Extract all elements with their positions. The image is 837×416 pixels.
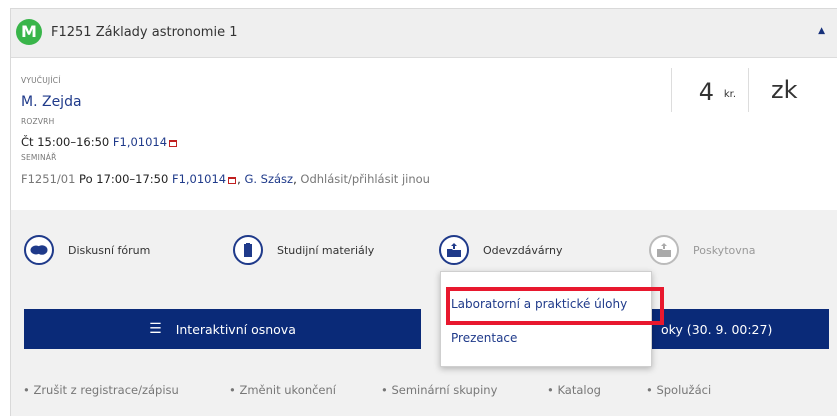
catalog-link[interactable]: • Katalog [547,383,601,397]
chat-bubbles-icon [24,235,54,265]
room-map-icon[interactable] [169,140,178,147]
seminar-group: F1251/01 [21,172,76,186]
course-info: VYUČUJÍCÍ M. Zejda ROZVRH Čt 15:00–16:50… [11,58,837,210]
teacher-link[interactable]: M. Zejda [21,94,82,110]
seminar-time: Po 17:00–17:50 [79,172,169,186]
tool-materials-label: Studijní materiály [277,243,375,257]
list-icon: ☰ [149,321,162,337]
seminar-teacher-link[interactable]: G. Szász [244,172,293,186]
course-logo: M [16,19,42,45]
unregister-link[interactable]: • Zrušit z registrace/zápisu [23,383,179,397]
seminar-line: F1251/01 Po 17:00–17:50 F1,01014, G. Szá… [21,172,430,186]
seminar-groups-link[interactable]: • Seminární skupiny [381,383,497,397]
course-name: Základy astronomie 1 [95,25,238,40]
tool-provided-label: Poskytovna [693,243,756,257]
tool-submissions[interactable]: Odevzdávárny [439,233,562,267]
schedule-time: Čt 15:00–16:50 [21,135,110,149]
seminar-change-link[interactable]: Odhlásit/přihlásit jinou [300,172,430,186]
room-map-icon[interactable] [228,177,237,184]
interactive-syllabus-button[interactable]: ☰ Interaktivní osnova [24,309,421,349]
folder-icon [233,235,263,265]
course-tools: Diskusní fórum Studijní materiály Odevzd… [11,210,837,416]
credits-box: 4 kr. [671,68,749,112]
classmates-link[interactable]: • Spolužáci [646,383,711,397]
schedule-label: ROZVRH [21,117,55,126]
credits-unit: kr. [723,89,736,100]
tool-forum-label: Diskusní fórum [68,243,151,257]
schedule-line: Čt 15:00–16:50 F1,01014 [21,135,178,149]
seminar-room-link[interactable]: F1,01014 [172,172,226,186]
schedule-room-link[interactable]: F1,01014 [113,135,167,149]
submissions-button-label: oky (30. 9. 00:27) [661,321,773,337]
credits-value: 4 [698,78,714,106]
course-card: M F1251 Základy astronomie 1 ▲ VYUČUJÍCÍ… [10,8,837,416]
tool-forum[interactable]: Diskusní fórum [24,233,150,267]
interactive-syllabus-label: Interaktivní osnova [175,321,296,337]
highlight-box [446,287,664,325]
course-title[interactable]: F1251 Základy astronomie 1 [51,25,237,40]
folder-upload-icon [439,235,469,265]
tool-materials[interactable]: Studijní materiály [233,233,374,267]
dropdown-item-presentations[interactable]: Prezentace [451,331,517,345]
course-header[interactable]: M F1251 Základy astronomie 1 ▲ [11,9,837,58]
seminar-label: SEMINÁŘ [21,153,57,162]
caret-up-icon[interactable]: ▲ [818,26,825,36]
course-code: F1251 [51,25,92,40]
change-completion-link[interactable]: • Změnit ukončení [229,383,336,397]
tool-submissions-label: Odevzdávárny [483,243,563,257]
tool-provided: Poskytovna [649,233,755,267]
completion-type: zk [771,76,798,104]
folder-upload-icon [649,235,679,265]
teacher-label: VYUČUJÍCÍ [21,76,61,85]
